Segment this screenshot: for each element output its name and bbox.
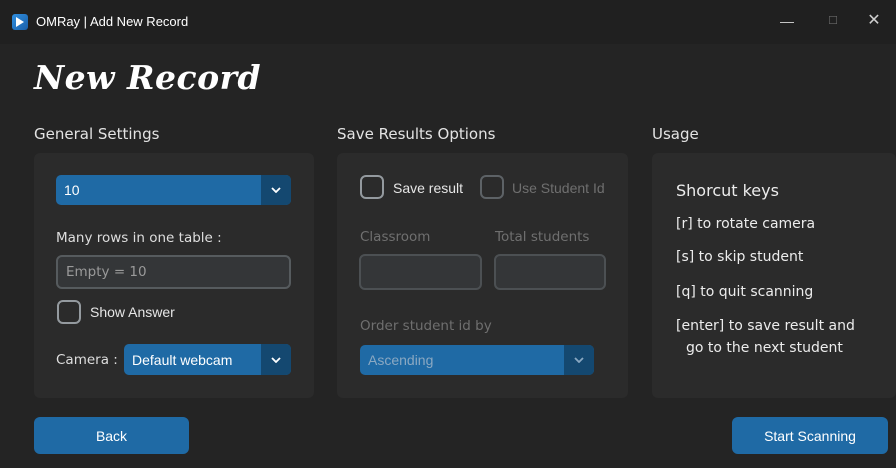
maximize-button[interactable]: ☐ [821, 10, 845, 32]
page-title: New Record [34, 58, 262, 97]
usage-line: [q] to quit scanning [676, 284, 814, 300]
rows-label: Many rows in one table : [56, 230, 222, 246]
usage-line: [s] to skip student [676, 249, 804, 265]
show-answer-label: Show Answer [90, 304, 175, 320]
use-student-id-checkbox[interactable] [480, 175, 504, 199]
chevron-down-icon[interactable] [564, 345, 594, 375]
close-button[interactable]: ✕ [862, 10, 886, 32]
usage-line: go to the next student [686, 340, 843, 356]
classroom-input[interactable] [359, 254, 482, 290]
total-students-label: Total students [495, 229, 590, 245]
save-results-options-title: Save Results Options [337, 125, 496, 143]
order-label: Order student id by [360, 318, 492, 334]
show-answer-checkbox[interactable] [57, 300, 81, 324]
camera-select-value: Default webcam [132, 351, 233, 368]
general-settings-title: General Settings [34, 125, 160, 143]
rows-input-container[interactable] [56, 255, 291, 289]
usage-title: Usage [652, 125, 699, 143]
use-student-id-label: Use Student Id [512, 180, 605, 196]
rows-select-value: 10 [64, 182, 80, 198]
save-result-checkbox[interactable] [360, 175, 384, 199]
start-scanning-button[interactable]: Start Scanning [732, 417, 888, 454]
usage-line: [enter] to save result and [676, 318, 855, 334]
camera-select[interactable]: Default webcam [124, 344, 291, 375]
rows-select[interactable]: 10 [56, 175, 291, 205]
rows-input[interactable] [58, 257, 289, 287]
save-result-label: Save result [393, 180, 464, 196]
window-title: OMRay | Add New Record [36, 14, 189, 29]
minimize-button[interactable]: — [775, 10, 799, 32]
chevron-down-icon[interactable] [261, 175, 291, 205]
order-select[interactable]: Ascending [360, 345, 594, 375]
back-button[interactable]: Back [34, 417, 189, 454]
classroom-label: Classroom [360, 229, 431, 245]
app-icon [12, 14, 28, 30]
chevron-down-icon[interactable] [261, 344, 291, 375]
shortcut-keys-heading: Shorcut keys [676, 181, 779, 200]
order-select-value: Ascending [368, 352, 434, 368]
camera-label: Camera : [56, 352, 118, 368]
total-students-input[interactable] [494, 254, 606, 290]
usage-line: [r] to rotate camera [676, 216, 816, 232]
